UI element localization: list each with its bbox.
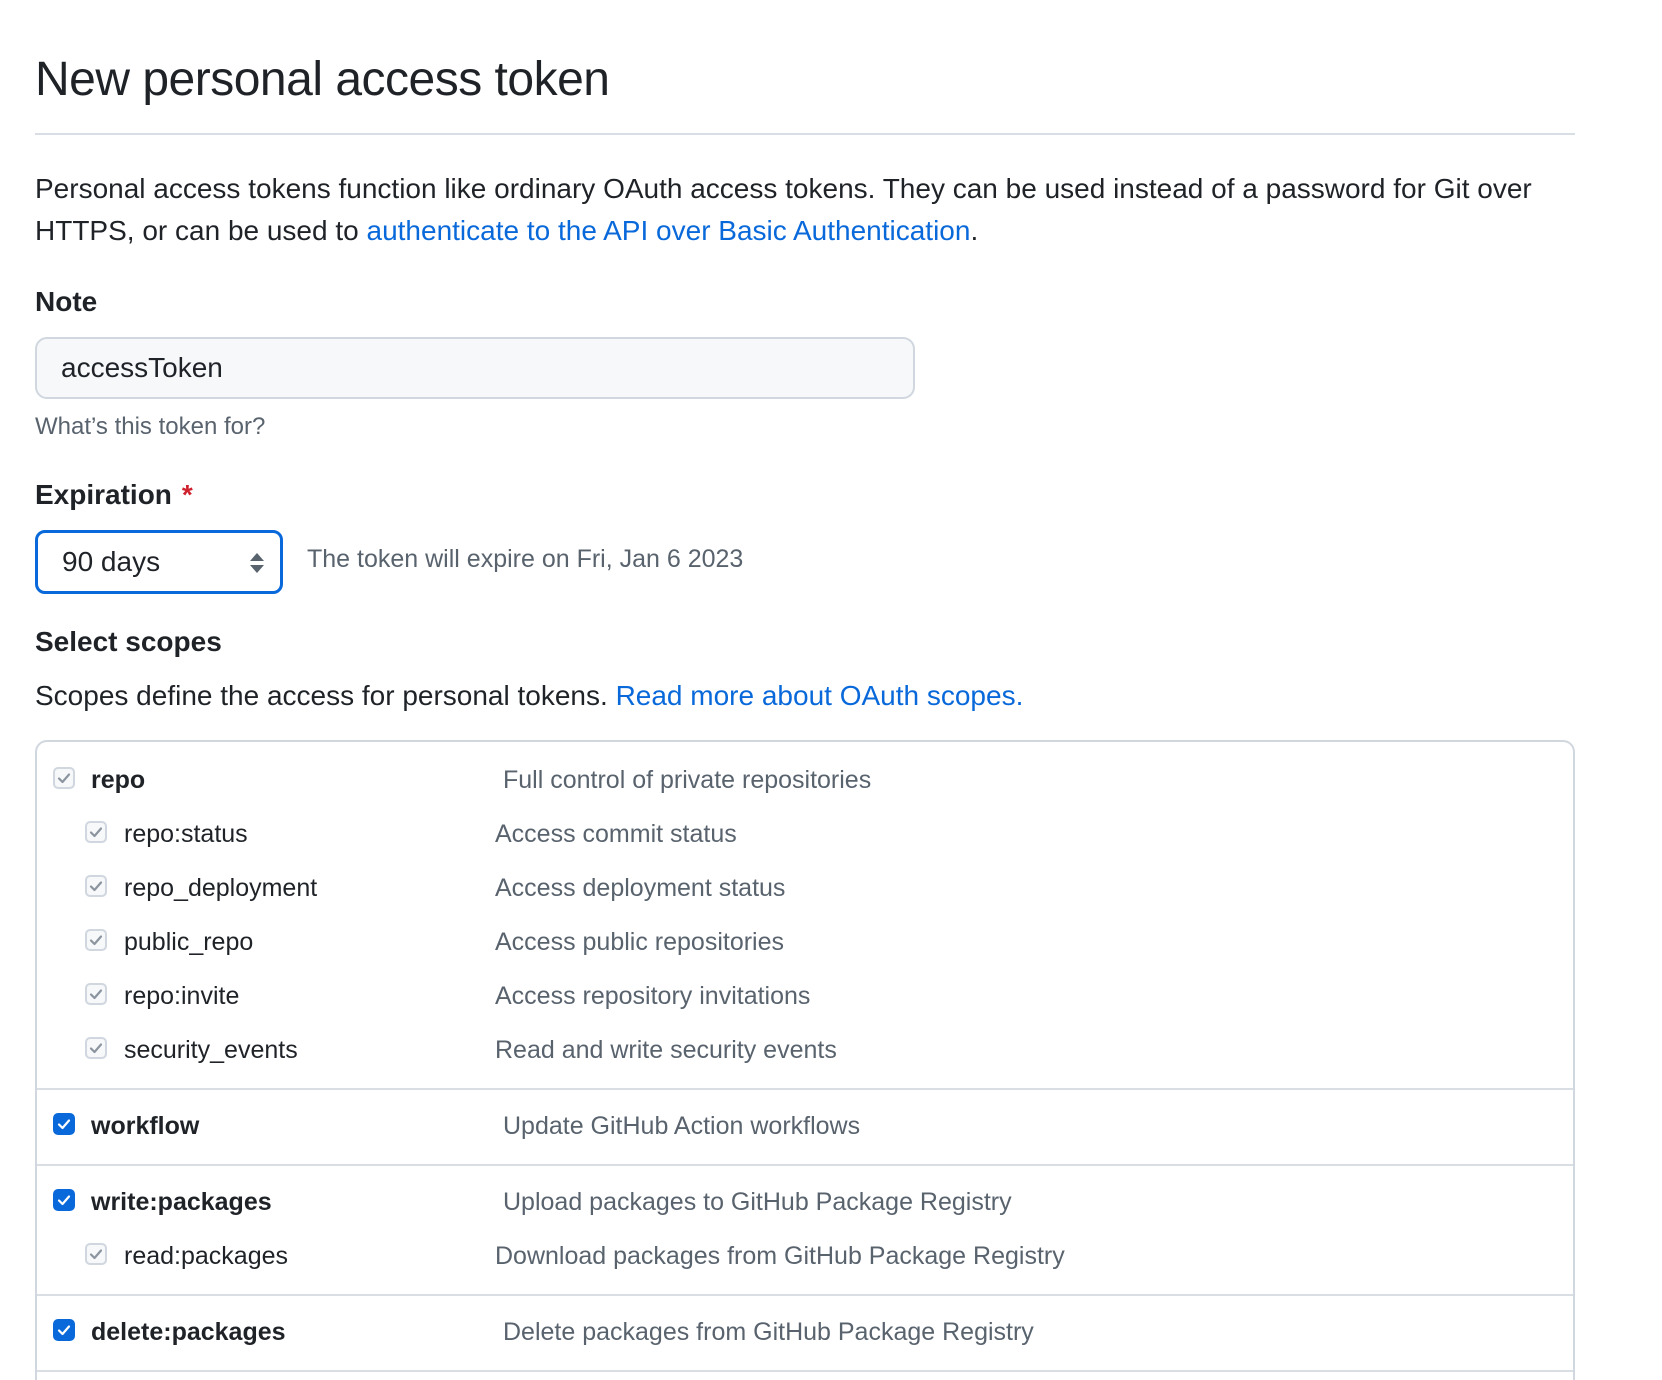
scope-checkbox[interactable]: [85, 875, 107, 897]
scope-description: Access commit status: [495, 820, 737, 848]
scope-row: security_events Read and write security e…: [37, 1024, 1573, 1078]
scope-row: repo:status Access commit status: [37, 808, 1573, 862]
scope-checkbox[interactable]: [85, 929, 107, 951]
intro-text-end: .: [970, 215, 979, 246]
scope-group: workflow Update GitHub Action workflows: [37, 1090, 1573, 1166]
note-label: Note: [35, 286, 98, 317]
scope-description: Upload packages to GitHub Package Regist…: [503, 1188, 1012, 1216]
oauth-scopes-link[interactable]: Read more about OAuth scopes.: [616, 680, 1024, 711]
scope-checkbox[interactable]: [85, 1037, 107, 1059]
scope-description: Update GitHub Action workflows: [503, 1112, 861, 1140]
scope-name: workflow: [91, 1112, 200, 1140]
checkmark-icon: [89, 881, 103, 892]
scope-checkbox[interactable]: [53, 1319, 75, 1341]
scope-name: read:packages: [124, 1242, 289, 1270]
title-divider: [35, 133, 1575, 135]
expiration-label-text: Expiration: [35, 479, 172, 510]
scope-row: public_repo Access public repositories: [37, 916, 1573, 970]
scope-name: repo: [91, 766, 146, 794]
scope-description: Read and write security events: [495, 1036, 837, 1064]
scope-group: repo Full control of private repositories…: [37, 742, 1573, 1090]
note-input[interactable]: accessToken: [35, 337, 915, 399]
scopes-description: Scopes define the access for personal to…: [35, 680, 1023, 712]
checkmark-icon: [89, 935, 103, 946]
checkmark-icon: [89, 1249, 103, 1260]
scope-description: Delete packages from GitHub Package Regi…: [503, 1318, 1034, 1346]
scope-row: repo:invite Access repository invitations: [37, 970, 1573, 1024]
checkmark-icon: [57, 1119, 71, 1130]
basic-auth-link[interactable]: authenticate to the API over Basic Authe…: [367, 215, 971, 246]
scope-row: write:packages Upload packages to GitHub …: [37, 1176, 1573, 1230]
expiration-label: Expiration *: [35, 479, 193, 511]
scopes-heading: Select scopes: [35, 626, 222, 657]
scope-description: Full control of private repositories: [503, 766, 872, 794]
expiration-select-value: 90 days: [62, 546, 161, 577]
scope-description: Access deployment status: [495, 874, 786, 902]
scope-name: repo_deployment: [124, 874, 318, 902]
page-title: New personal access token: [35, 53, 610, 106]
scope-description: Access public repositories: [495, 928, 785, 956]
scope-name: security_events: [124, 1036, 298, 1064]
required-asterisk: *: [181, 479, 193, 510]
scope-name: repo:status: [124, 820, 248, 848]
scope-row: read:packages Download packages from GitH…: [37, 1230, 1573, 1284]
scope-row: workflow Update GitHub Action workflows: [37, 1100, 1573, 1154]
note-hint: What’s this token for?: [35, 413, 266, 440]
scope-name: repo:invite: [124, 982, 240, 1010]
scope-checkbox[interactable]: [85, 821, 107, 843]
scope-group: write:packages Upload packages to GitHub …: [37, 1166, 1573, 1296]
checkmark-icon: [57, 1325, 71, 1336]
scope-row: repo_deployment Access deployment status: [37, 862, 1573, 916]
scope-name: public_repo: [124, 928, 254, 956]
scope-group: delete:packages Delete packages from GitH…: [37, 1296, 1573, 1372]
scope-row: delete:packages Delete packages from GitH…: [37, 1306, 1573, 1360]
select-arrows-icon: [250, 553, 264, 573]
expiration-info: The token will expire on Fri, Jan 6 2023: [307, 545, 744, 573]
scope-name: write:packages: [91, 1188, 272, 1216]
intro-text: Personal access tokens function like ord…: [35, 168, 1575, 252]
expiration-select[interactable]: 90 days: [35, 530, 283, 594]
scope-name: delete:packages: [91, 1318, 286, 1346]
scopes-list: repo Full control of private repositories…: [35, 740, 1575, 1380]
scope-checkbox[interactable]: [53, 767, 75, 789]
scope-checkbox[interactable]: [85, 1243, 107, 1265]
checkmark-icon: [57, 1195, 71, 1206]
scopes-description-text: Scopes define the access for personal to…: [35, 680, 616, 711]
checkmark-icon: [89, 1043, 103, 1054]
scope-checkbox[interactable]: [53, 1189, 75, 1211]
scope-description: Access repository invitations: [495, 982, 811, 1010]
scope-checkbox[interactable]: [53, 1113, 75, 1135]
scope-checkbox[interactable]: [85, 983, 107, 1005]
scope-description: Download packages from GitHub Package Re…: [495, 1242, 1065, 1270]
checkmark-icon: [89, 989, 103, 1000]
checkmark-icon: [89, 827, 103, 838]
scope-row: repo Full control of private repositories: [37, 754, 1573, 808]
checkmark-icon: [57, 773, 71, 784]
